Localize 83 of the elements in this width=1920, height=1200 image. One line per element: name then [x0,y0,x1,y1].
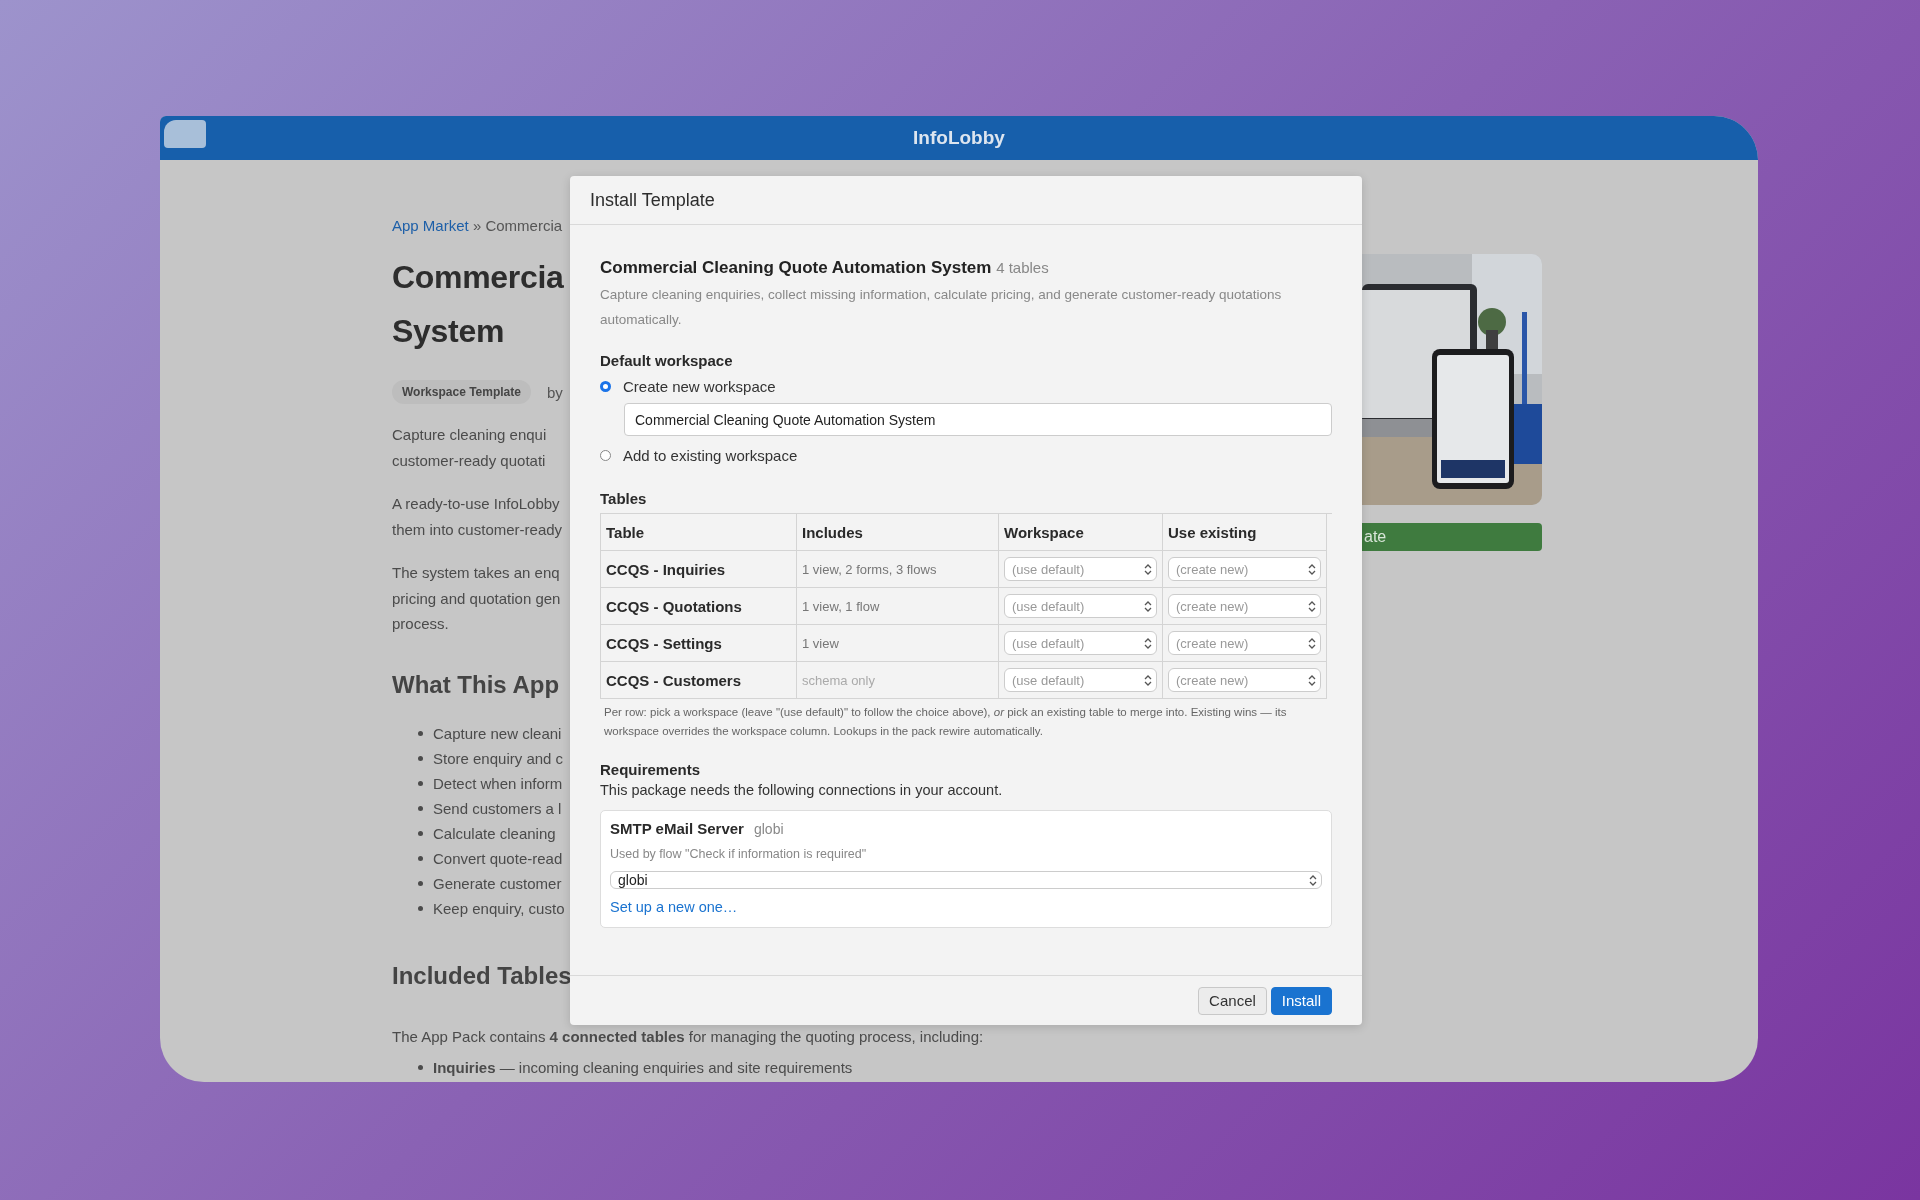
paragraph-line: them into customer-ready [392,519,564,540]
cancel-button[interactable]: Cancel [1198,986,1267,1015]
chevron-up-down-icon [1144,674,1152,686]
bullet-text: Inquiries — incoming cleaning enquiries and site requirements [433,1057,853,1078]
bullet-icon [418,905,423,911]
bullet-text: Store enquiry and c [433,748,564,769]
existing-table-select[interactable]: (create new) [1168,557,1321,581]
section-label: Tables [600,490,648,507]
section-label: Requirements [600,761,702,778]
chevron-up-down-icon [1308,600,1316,612]
table-cell: schema only [797,662,999,699]
connection-name: SMTP eMail Server [610,820,744,837]
template-badge: Workspace Template [392,380,531,404]
bullet-icon [418,755,423,761]
radio-option[interactable]: Add to existing workspace [600,442,1332,468]
bullet-text: Send customers a l [433,798,562,819]
connection-account: globi [753,821,784,837]
workspace-select[interactable]: (use default) [1004,557,1157,581]
bullet-text: Keep enquiry, custo [433,898,565,919]
workspace-select[interactable]: (use default) [1004,594,1157,618]
existing-table-select[interactable]: (create new) [1168,594,1321,618]
workspace-select[interactable]: (use default) [1004,631,1157,655]
chevron-up-down-icon [1309,874,1317,886]
package-description: Capture cleaning enquiries, collect missing information, calculate pricing, and generate customer-ready quotations automatically. [600,286,1283,329]
table-cell: CCQS - Inquiries [601,551,797,588]
section-heading: What This App [392,670,561,699]
table-cell: CCQS - Customers [601,662,797,699]
table-cell: 1 view [797,625,999,662]
chevron-up-down-icon [1144,600,1152,612]
bullet-text: Generate customer [433,873,562,894]
existing-table-select[interactable]: (create new) [1168,668,1321,692]
table-cell: CCQS - Quotations [601,588,797,625]
column-header: Use existing [1163,514,1327,551]
paragraph-line: Capture cleaning enqui [392,425,548,445]
section-heading: Included Tables [392,961,570,990]
bullet-icon [418,730,423,736]
paragraph: The App Pack contains 4 connected tables for managing the quoting process, including: [392,1026,984,1047]
requirements-text: This package needs the following connections in your account. [600,782,1004,798]
paragraph-line: customer-ready quotati [392,450,547,471]
breadcrumb: App Market » Commercia [392,217,564,234]
connection-usage: Used by flow "Check if information is required" [610,847,868,861]
page-title: Commercia [392,258,565,297]
bullet-text: Detect when inform [433,773,563,794]
table-cell: 1 view, 2 forms, 3 flows [797,551,999,588]
bullet-icon [418,780,423,786]
chevron-up-down-icon [1144,637,1152,649]
chevron-up-down-icon [1308,674,1316,686]
bullet-icon [418,805,423,811]
radio-option[interactable]: Create new workspace [600,373,1332,399]
package-title: Commercial Cleaning Quote Automation System 4 tables [600,258,1050,278]
section-label: Default workspace [600,352,734,369]
window-title: InfoLobby [913,127,1005,149]
breadcrumb-link[interactable]: App Market [392,217,469,234]
column-header: Workspace [999,514,1163,551]
table-cell: 1 view, 1 flow [797,588,999,625]
table-note: Per row: pick a workspace (leave "(use default)" to follow the choice above), or pick an existing table to merge into. Existing wins — its workspace overrides the workspace column. Lookups in the pack rewire automatically. [603,705,1288,739]
paragraph-line: process. [392,614,450,634]
action-button[interactable]: ate [1362,523,1542,551]
bullet-icon [418,855,423,861]
connection-select[interactable]: globi [610,871,1322,889]
bullet-text: Capture new cleani [433,723,562,744]
byline: by [546,383,563,401]
workspace-select[interactable]: (use default) [1004,668,1157,692]
table-cell: CCQS - Settings [601,625,797,662]
bullet-text: Calculate cleaning [433,823,556,844]
page-title: System [392,312,506,351]
column-header: Includes [797,514,999,551]
paragraph-line: The system takes an enq [392,563,561,583]
install-button[interactable]: Install [1270,986,1332,1015]
bullet-icon [418,1064,423,1070]
bullet-icon [418,880,423,886]
existing-table-select[interactable]: (create new) [1168,631,1321,655]
workspace-name-field[interactable]: Commercial Cleaning Quote Automation System [624,403,1332,436]
setup-link[interactable]: Set up a new one… [610,899,738,915]
chevron-up-down-icon [1144,563,1152,575]
bullet-icon [418,830,423,836]
paragraph-line: pricing and quotation gen [392,588,562,609]
chevron-up-down-icon [1308,563,1316,575]
paragraph-line: A ready-to-use InfoLobby [392,494,561,514]
column-header: Table [601,514,797,551]
chevron-up-down-icon [1308,637,1316,649]
bullet-text: Convert quote-read [433,848,563,869]
dialog-title: Install Template [570,176,1362,225]
